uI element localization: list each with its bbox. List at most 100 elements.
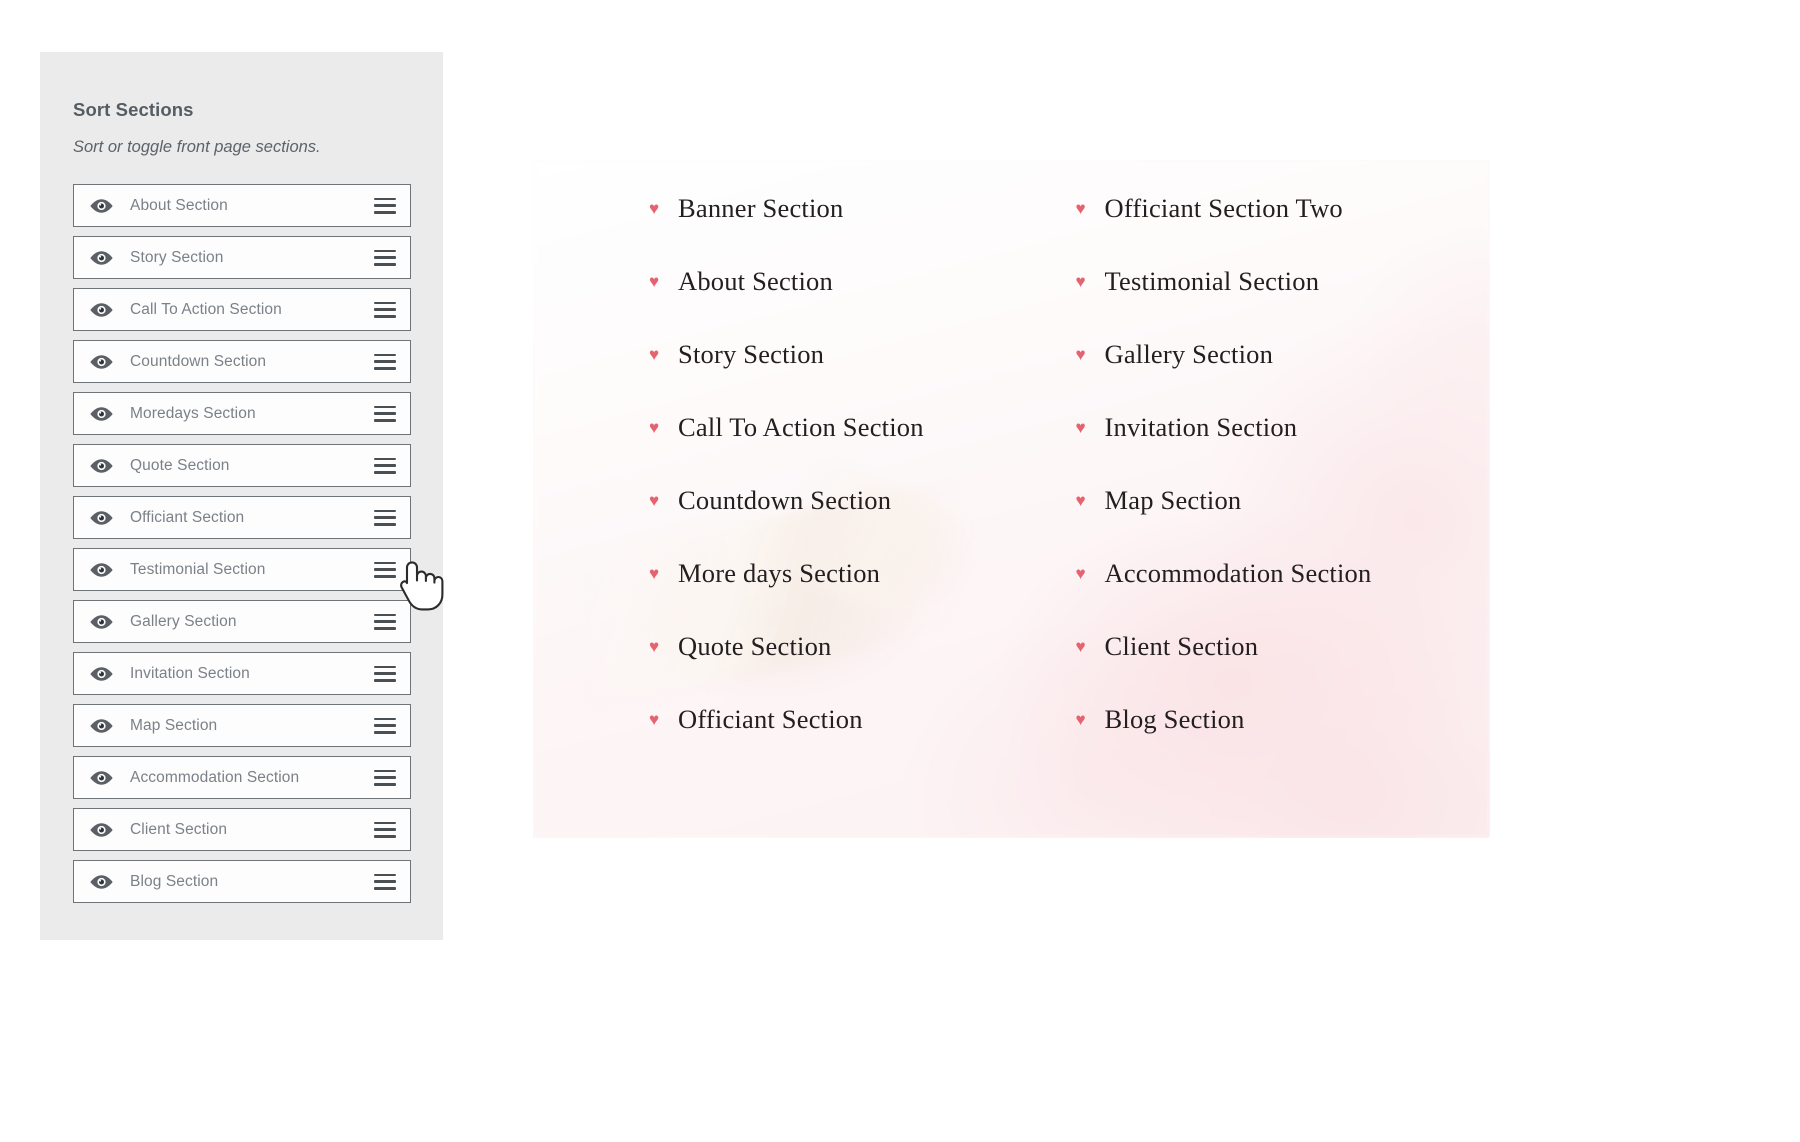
hamburger-drag-handle-icon[interactable]: [374, 457, 396, 474]
panel-subtitle: Sort or toggle front page sections.: [73, 138, 321, 156]
preview-section-label: Quote Section: [678, 631, 832, 661]
heart-icon: ♥: [1075, 345, 1086, 364]
hamburger-drag-handle-icon[interactable]: [374, 821, 396, 838]
sortable-section-label: About Section: [130, 196, 228, 214]
eye-icon[interactable]: [90, 614, 113, 630]
hamburger-drag-handle-icon[interactable]: [374, 197, 396, 214]
hamburger-drag-handle-icon[interactable]: [374, 353, 396, 370]
preview-section-item: ♥ Map Section: [1076, 485, 1491, 558]
sortable-section-row[interactable]: Countdown Section: [73, 340, 411, 383]
sortable-section-label: Officiant Section: [130, 508, 245, 526]
heart-icon: ♥: [649, 418, 660, 437]
eye-icon[interactable]: [90, 770, 113, 786]
hamburger-drag-handle-icon[interactable]: [374, 509, 396, 526]
preview-section-item: ♥ Invitation Section: [1076, 412, 1491, 485]
preview-section-label: Invitation Section: [1104, 412, 1298, 442]
preview-section-label: Countdown Section: [678, 485, 892, 515]
heart-icon: ♥: [1075, 710, 1086, 729]
heart-icon: ♥: [1075, 199, 1086, 218]
eye-icon[interactable]: [90, 458, 113, 474]
preview-section-label: Officiant Section Two: [1104, 193, 1343, 223]
preview-section-label: About Section: [678, 266, 833, 296]
preview-section-label: Gallery Section: [1104, 339, 1274, 369]
preview-section-label: Testimonial Section: [1104, 266, 1320, 296]
preview-section-label: Banner Section: [678, 193, 844, 223]
heart-icon: ♥: [1075, 272, 1086, 291]
sortable-section-row[interactable]: About Section: [73, 184, 411, 227]
sortable-section-row[interactable]: Officiant Section: [73, 496, 411, 539]
preview-section-item: ♥ Blog Section: [1076, 704, 1491, 777]
sortable-section-row[interactable]: Invitation Section: [73, 652, 411, 695]
sortable-section-label: Call To Action Section: [130, 300, 282, 318]
hamburger-drag-handle-icon[interactable]: [374, 613, 396, 630]
sortable-section-label: Testimonial Section: [130, 560, 266, 578]
hamburger-drag-handle-icon[interactable]: [374, 249, 396, 266]
sortable-section-row[interactable]: Testimonial Section: [73, 548, 411, 591]
preview-section-label: Client Section: [1104, 631, 1259, 661]
preview-section-label: Call To Action Section: [678, 412, 924, 442]
heart-icon: ♥: [1075, 418, 1086, 437]
eye-icon[interactable]: [90, 718, 113, 734]
eye-icon[interactable]: [90, 510, 113, 526]
eye-icon[interactable]: [90, 302, 113, 318]
sortable-section-label: Gallery Section: [130, 612, 237, 630]
sortable-section-list: About Section Story Section Call To Action…: [73, 184, 411, 912]
hamburger-drag-handle-icon[interactable]: [374, 769, 396, 786]
preview-section-item: ♥ Client Section: [1076, 631, 1491, 704]
preview-section-item: ♥ About Section: [649, 266, 1012, 339]
preview-section-item: ♥ Officiant Section: [649, 704, 1012, 777]
sortable-section-row[interactable]: Call To Action Section: [73, 288, 411, 331]
preview-section-label: Story Section: [678, 339, 825, 369]
sortable-section-label: Invitation Section: [130, 664, 250, 682]
preview-section-item: ♥ Banner Section: [649, 193, 1012, 266]
eye-icon[interactable]: [90, 562, 113, 578]
sortable-section-label: Countdown Section: [130, 352, 267, 370]
sortable-section-row[interactable]: Accommodation Section: [73, 756, 411, 799]
preview-section-label: Blog Section: [1104, 704, 1245, 734]
hamburger-drag-handle-icon[interactable]: [374, 717, 396, 734]
eye-icon[interactable]: [90, 406, 113, 422]
hamburger-drag-handle-icon[interactable]: [374, 873, 396, 890]
sortable-section-row[interactable]: Story Section: [73, 236, 411, 279]
sortable-section-label: Story Section: [130, 248, 224, 266]
sortable-section-label: Quote Section: [130, 456, 230, 474]
sortable-section-row[interactable]: Quote Section: [73, 444, 411, 487]
heart-icon: ♥: [1075, 637, 1086, 656]
eye-icon[interactable]: [90, 354, 113, 370]
sortable-section-label: Moredays Section: [130, 404, 256, 422]
sortable-section-row[interactable]: Gallery Section: [73, 600, 411, 643]
preview-section-item: ♥ Call To Action Section: [649, 412, 1012, 485]
eye-icon[interactable]: [90, 822, 113, 838]
preview-section-item: ♥ More days Section: [649, 558, 1012, 631]
heart-icon: ♥: [1075, 491, 1086, 510]
preview-column: ♥ Officiant Section Two ♥ Testimonial Secti…: [1012, 160, 1491, 838]
heart-icon: ♥: [649, 710, 660, 729]
sortable-section-row[interactable]: Blog Section: [73, 860, 411, 903]
sort-sections-panel: Sort Sections Sort or toggle front page …: [40, 52, 443, 940]
hamburger-drag-handle-icon[interactable]: [374, 301, 396, 318]
sortable-section-label: Blog Section: [130, 872, 219, 890]
preview-section-item: ♥ Testimonial Section: [1076, 266, 1491, 339]
heart-icon: ♥: [649, 345, 660, 364]
sortable-section-label: Accommodation Section: [130, 768, 300, 786]
eye-icon[interactable]: [90, 198, 113, 214]
front-page-preview: ♥ Banner Section ♥ About Section ♥ Story Sect…: [533, 160, 1490, 838]
sortable-section-label: Map Section: [130, 716, 218, 734]
preview-section-label: More days Section: [678, 558, 881, 588]
sortable-section-row[interactable]: Moredays Section: [73, 392, 411, 435]
preview-section-item: ♥ Accommodation Section: [1076, 558, 1491, 631]
preview-section-item: ♥ Gallery Section: [1076, 339, 1491, 412]
eye-icon[interactable]: [90, 874, 113, 890]
preview-section-item: ♥ Story Section: [649, 339, 1012, 412]
preview-section-item: ♥ Countdown Section: [649, 485, 1012, 558]
eye-icon[interactable]: [90, 666, 113, 682]
sortable-section-row[interactable]: Map Section: [73, 704, 411, 747]
heart-icon: ♥: [649, 564, 660, 583]
hamburger-drag-handle-icon[interactable]: [374, 405, 396, 422]
hamburger-drag-handle-icon[interactable]: [374, 561, 396, 578]
preview-section-label: Officiant Section: [678, 704, 863, 734]
heart-icon: ♥: [1075, 564, 1086, 583]
sortable-section-row[interactable]: Client Section: [73, 808, 411, 851]
hamburger-drag-handle-icon[interactable]: [374, 665, 396, 682]
eye-icon[interactable]: [90, 250, 113, 266]
